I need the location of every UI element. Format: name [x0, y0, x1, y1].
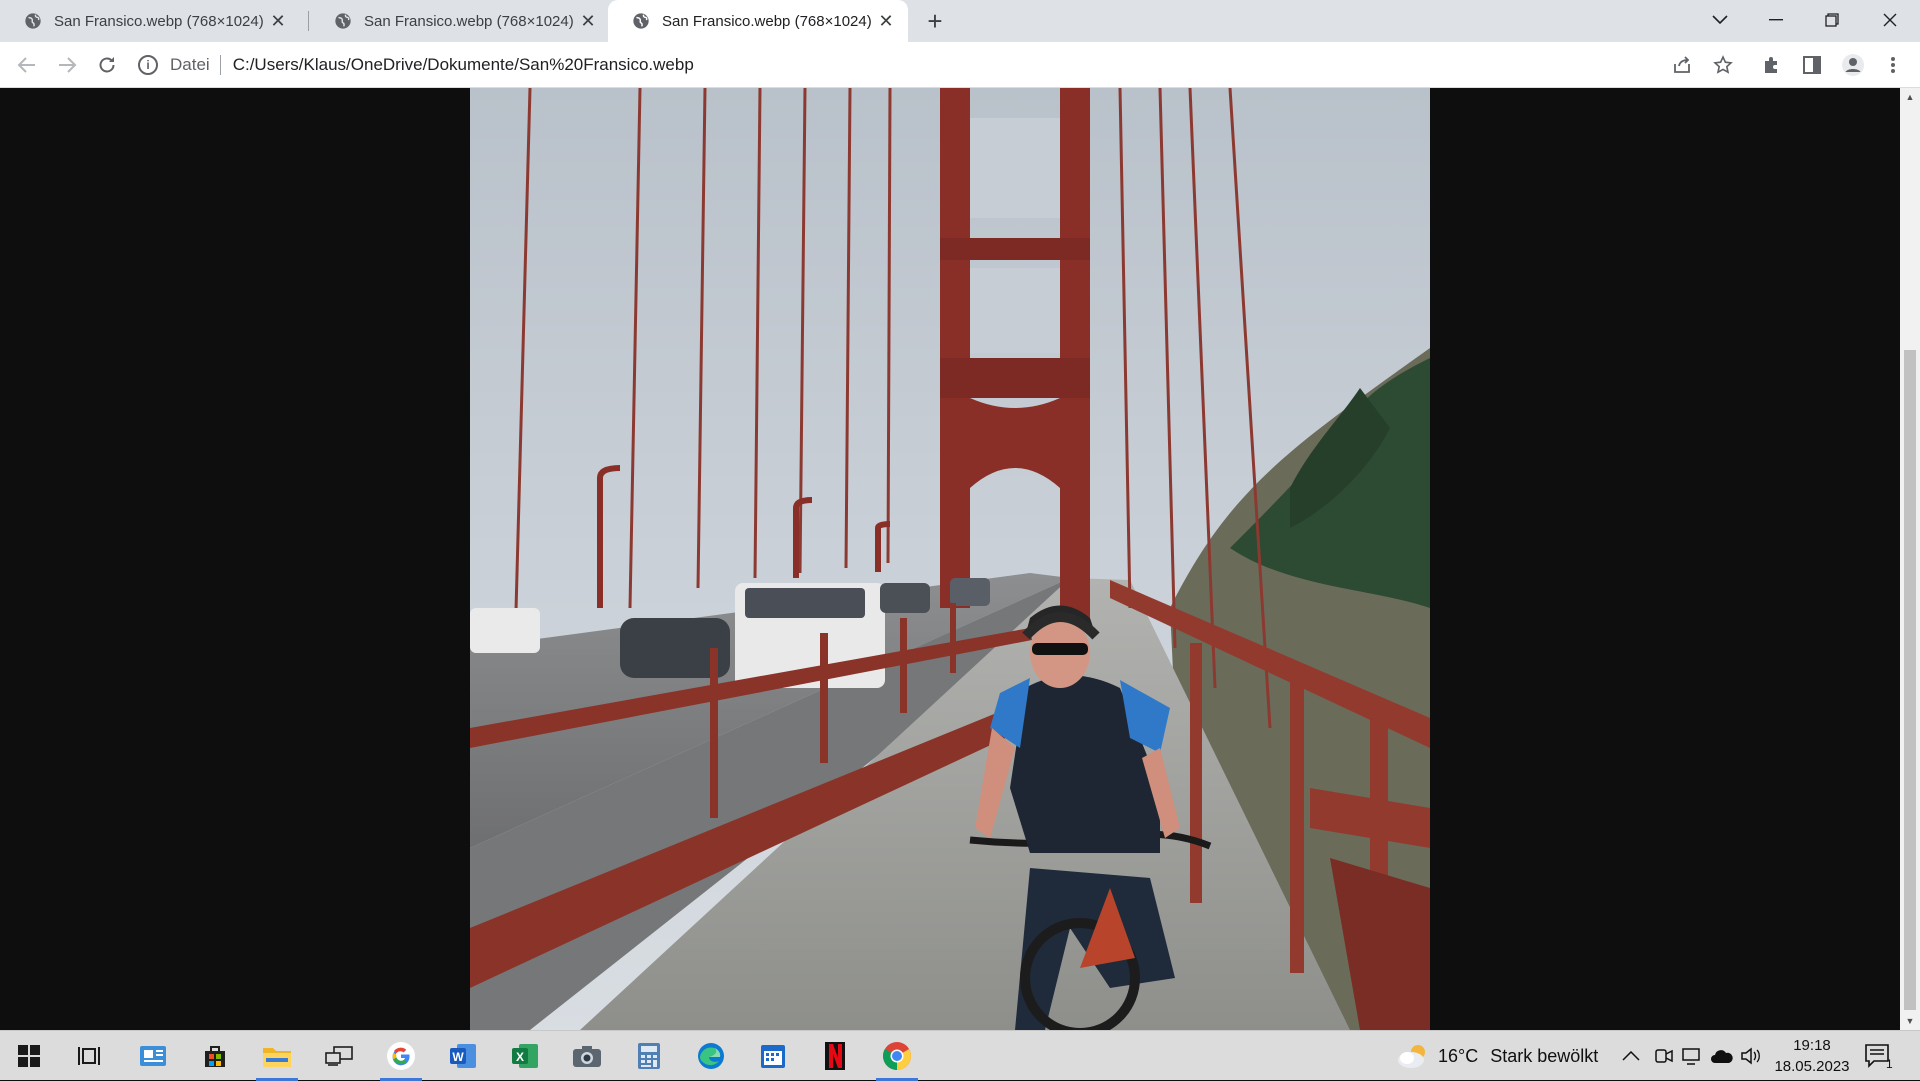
tab-2[interactable]: San Fransico.webp (768×1024) ✕ — [310, 0, 610, 42]
new-tab-button[interactable]: + — [920, 6, 950, 36]
calendar-icon[interactable] — [746, 1031, 800, 1081]
show-hidden-icons-chevron[interactable] — [1622, 1031, 1640, 1081]
tab-search-icon[interactable] — [1692, 0, 1748, 40]
globe-icon — [335, 13, 351, 29]
golden-gate-photo[interactable] — [470, 88, 1430, 1030]
tab-title: San Fransico.webp (768×1024) — [364, 12, 574, 30]
globe-icon — [633, 13, 649, 29]
close-tab-icon[interactable]: ✕ — [268, 11, 288, 31]
photo-illustration — [470, 88, 1430, 1030]
url-text[interactable]: C:/Users/Klaus/OneDrive/Dokumente/San%20… — [233, 55, 694, 75]
close-tab-icon[interactable]: ✕ — [876, 11, 896, 31]
scroll-up-icon[interactable]: ▲ — [1900, 88, 1920, 106]
weather-condition: Stark bewölkt — [1490, 1045, 1599, 1066]
clock-date: 18.05.2023 — [1774, 1058, 1850, 1075]
volume-speaker-icon[interactable] — [1740, 1031, 1762, 1081]
camera-icon[interactable] — [560, 1031, 614, 1081]
tab-1[interactable]: San Fransico.webp (768×1024) ✕ — [0, 0, 300, 42]
scrollbar-thumb[interactable] — [1904, 350, 1916, 1010]
cloud-weather-icon — [1398, 1045, 1425, 1068]
word-icon[interactable]: W — [436, 1031, 490, 1081]
onedrive-cloud-icon[interactable] — [1710, 1031, 1734, 1081]
extensions-puzzle-icon[interactable] — [1757, 50, 1787, 80]
svg-text:X: X — [516, 1050, 524, 1064]
notification-center-icon[interactable]: 1 — [1864, 1031, 1894, 1081]
address-bar[interactable]: i Datei C:/Users/Klaus/OneDrive/Dokument… — [138, 47, 1698, 83]
scroll-down-icon[interactable]: ▼ — [1900, 1012, 1920, 1030]
bookmark-star-icon[interactable] — [1708, 50, 1738, 80]
tab-separator — [308, 11, 309, 31]
chrome-icon[interactable] — [870, 1031, 924, 1081]
tab-title: San Fransico.webp (768×1024) — [662, 12, 872, 30]
calculator-icon[interactable] — [622, 1031, 676, 1081]
omnibox-divider — [219, 55, 221, 75]
profile-avatar-icon[interactable] — [1838, 50, 1868, 80]
reload-icon[interactable] — [92, 50, 122, 80]
task-view-icon[interactable] — [62, 1031, 116, 1081]
image-viewer — [0, 88, 1900, 1030]
excel-icon[interactable]: X — [498, 1031, 552, 1081]
forward-arrow-icon[interactable] — [52, 50, 82, 80]
globe-icon — [25, 13, 41, 29]
clock-time: 19:18 — [1793, 1037, 1831, 1054]
site-info-icon[interactable]: i — [138, 55, 158, 75]
netflix-icon[interactable] — [808, 1031, 862, 1081]
edge-browser-icon[interactable] — [684, 1031, 738, 1081]
share-icon[interactable] — [1667, 50, 1697, 80]
close-window-button[interactable] — [1862, 0, 1918, 40]
weather-temperature: 16°C — [1438, 1045, 1479, 1066]
tab-3-active[interactable]: San Fransico.webp (768×1024) ✕ — [608, 0, 908, 42]
file-explorer-icon[interactable] — [250, 1031, 304, 1081]
tab-strip: San Fransico.webp (768×1024) ✕ San Frans… — [0, 0, 1920, 42]
minimize-button[interactable] — [1748, 0, 1804, 40]
svg-text:W: W — [452, 1050, 464, 1064]
windows-taskbar: W X 16°C Stark bewölkt 19:18 18.05.2023 … — [0, 1030, 1920, 1081]
google-app-icon[interactable] — [374, 1031, 428, 1081]
microsoft-store-icon[interactable] — [188, 1031, 242, 1081]
menu-kebab-icon[interactable] — [1878, 50, 1908, 80]
restore-button[interactable] — [1804, 0, 1860, 40]
vertical-scrollbar[interactable]: ▲ ▼ — [1900, 88, 1920, 1030]
notification-count-badge: 1 — [1886, 1057, 1893, 1071]
scheme-label: Datei — [170, 55, 210, 74]
weather-widget[interactable]: 16°C Stark bewölkt — [1396, 1031, 1598, 1081]
meet-now-icon[interactable] — [1654, 1031, 1674, 1081]
network-icon[interactable] — [1680, 1031, 1702, 1081]
browser-toolbar: i Datei C:/Users/Klaus/OneDrive/Dokument… — [0, 42, 1920, 88]
taskbar-clock[interactable]: 19:18 18.05.2023 — [1772, 1035, 1852, 1077]
news-app-icon[interactable] — [126, 1031, 180, 1081]
back-arrow-icon[interactable] — [12, 50, 42, 80]
close-tab-icon[interactable]: ✕ — [578, 11, 598, 31]
tab-title: San Fransico.webp (768×1024) — [54, 12, 264, 30]
remote-desktop-icon[interactable] — [312, 1031, 366, 1081]
start-windows-icon[interactable] — [2, 1031, 56, 1081]
side-panel-icon[interactable] — [1797, 50, 1827, 80]
